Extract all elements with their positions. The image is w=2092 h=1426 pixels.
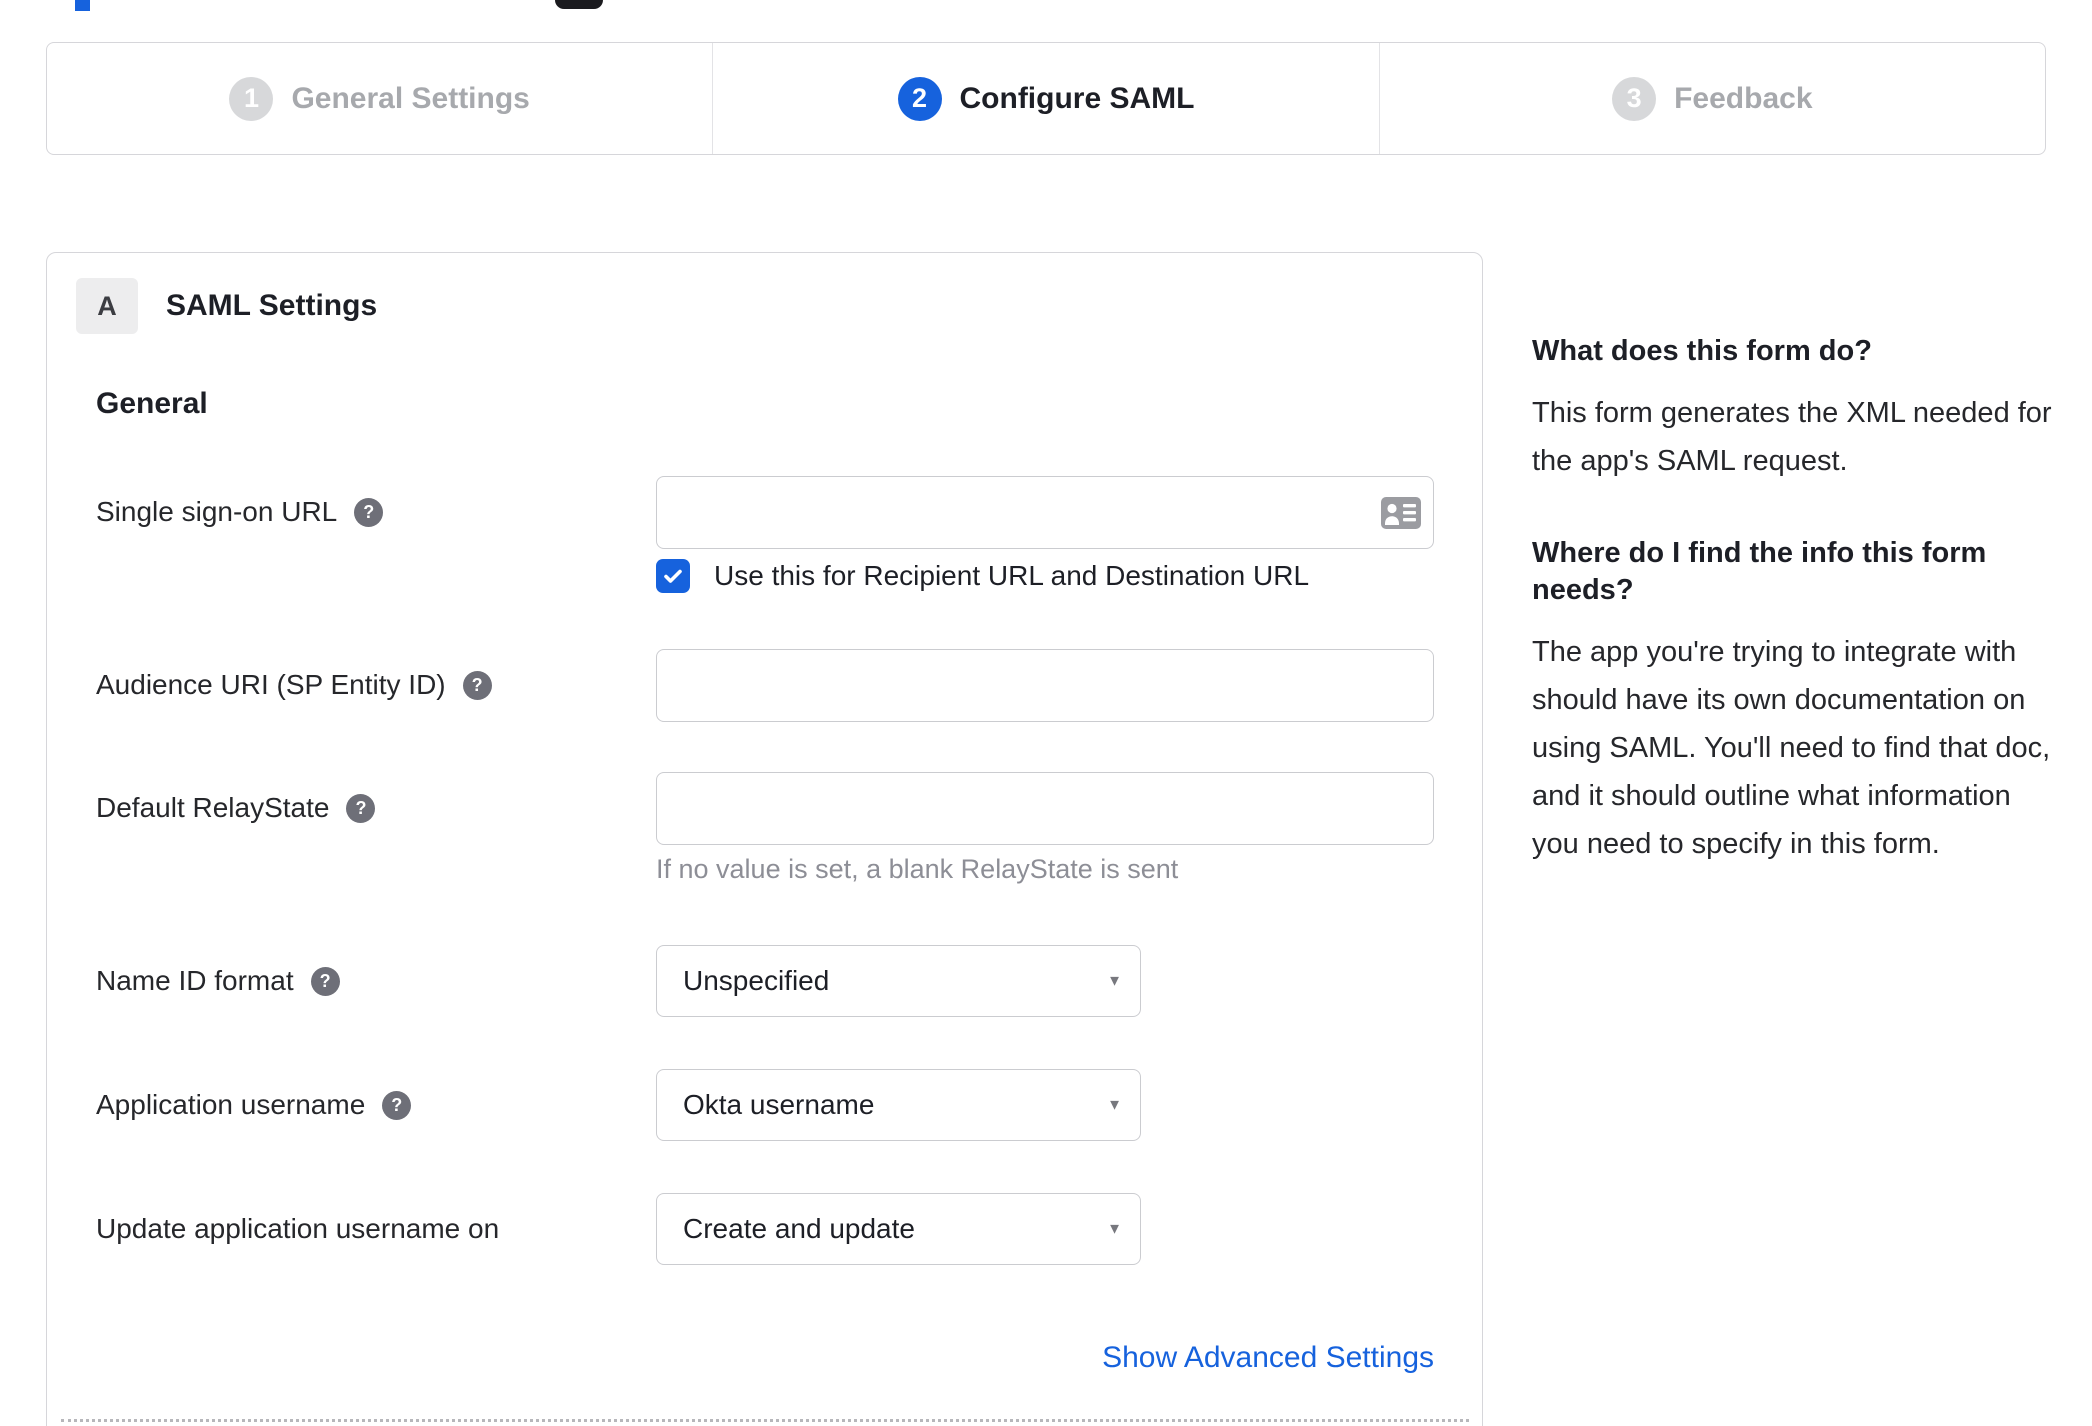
step-configure-saml[interactable]: 2 Configure SAML: [712, 43, 1378, 154]
name-id-format-label: Name ID format: [96, 965, 294, 996]
cropped-app-logo-fragment: [555, 0, 603, 9]
application-username-label: Application username: [96, 1089, 366, 1120]
field-label-wrap: Name ID format ?: [96, 945, 636, 1017]
group-heading-general: General: [96, 387, 208, 420]
advanced-settings-wrap: Show Advanced Settings: [656, 1341, 1434, 1375]
step-general-settings[interactable]: 1 General Settings: [47, 43, 712, 154]
use-for-recipient-url-label: Use this for Recipient URL and Destinati…: [714, 560, 1310, 591]
single-sign-on-url-input[interactable]: [656, 476, 1434, 549]
chevron-down-icon: ▼: [1107, 972, 1122, 990]
update-application-username-value: Create and update: [683, 1213, 915, 1244]
sidebar-heading-where: Where do I find the info this form needs…: [1532, 536, 1987, 607]
help-icon[interactable]: ?: [346, 793, 376, 823]
contact-card-icon[interactable]: [1381, 497, 1421, 529]
show-advanced-settings-link[interactable]: Show Advanced Settings: [1102, 1341, 1434, 1374]
default-relaystate-label: Default RelayState: [96, 792, 330, 823]
section-header: A SAML Settings: [76, 278, 377, 334]
step-3-circle: 3: [1612, 76, 1657, 121]
chevron-down-icon: ▼: [1107, 1096, 1122, 1114]
audience-uri-label: Audience URI (SP Entity ID): [96, 669, 446, 700]
field-label-wrap: Audience URI (SP Entity ID) ?: [96, 649, 636, 721]
single-sign-on-url-label: Single sign-on URL: [96, 496, 338, 527]
cropped-header-fragment: [75, 0, 90, 11]
sidebar-body-where: The app you're trying to integrate with …: [1532, 636, 2051, 861]
wizard-stepper: 1 General Settings 2 Configure SAML 3 Fe…: [46, 42, 2046, 155]
update-application-username-select[interactable]: Create and update ▼: [656, 1193, 1141, 1265]
section-badge: A: [76, 278, 138, 334]
name-id-format-value: Unspecified: [683, 965, 830, 996]
section-divider: [61, 1419, 1469, 1422]
audience-uri-input[interactable]: [656, 649, 1434, 722]
section-title: SAML Settings: [166, 289, 378, 322]
recipient-url-checkbox-row: Use this for Recipient URL and Destinati…: [656, 559, 1309, 593]
field-label-wrap: Default RelayState ?: [96, 772, 636, 844]
field-label-wrap: Update application username on: [96, 1193, 636, 1265]
use-for-recipient-url-checkbox[interactable]: [656, 559, 690, 593]
step-1-circle: 1: [229, 76, 274, 121]
relaystate-hint: If no value is set, a blank RelayState i…: [656, 854, 1179, 884]
step-2-label: Configure SAML: [959, 81, 1195, 115]
sidebar-body-what: This form generates the XML needed for t…: [1532, 396, 2052, 477]
update-application-username-label: Update application username on: [96, 1213, 500, 1244]
help-icon[interactable]: ?: [310, 966, 340, 996]
chevron-down-icon: ▼: [1107, 1220, 1122, 1238]
step-3-label: Feedback: [1674, 81, 1813, 115]
name-id-format-select[interactable]: Unspecified ▼: [656, 945, 1141, 1017]
checkmark-icon: [664, 569, 682, 583]
help-icon[interactable]: ?: [354, 497, 384, 527]
step-1-label: General Settings: [291, 81, 530, 115]
application-username-select[interactable]: Okta username ▼: [656, 1069, 1141, 1141]
application-username-value: Okta username: [683, 1089, 875, 1120]
help-sidebar: What does this form do? This form genera…: [1532, 333, 2052, 918]
default-relaystate-input[interactable]: [656, 772, 1434, 845]
sidebar-heading-what: What does this form do?: [1532, 335, 1872, 367]
help-icon[interactable]: ?: [382, 1090, 412, 1120]
step-feedback[interactable]: 3 Feedback: [1378, 43, 2045, 154]
configure-saml-page: 1 General Settings 2 Configure SAML 3 Fe…: [0, 0, 2092, 1426]
step-2-circle: 2: [897, 76, 942, 121]
field-label-wrap: Single sign-on URL ?: [96, 476, 636, 548]
field-label-wrap: Application username ?: [96, 1069, 636, 1141]
help-icon[interactable]: ?: [462, 670, 492, 700]
saml-settings-card: A SAML Settings General Single sign-on U…: [46, 252, 1483, 1426]
